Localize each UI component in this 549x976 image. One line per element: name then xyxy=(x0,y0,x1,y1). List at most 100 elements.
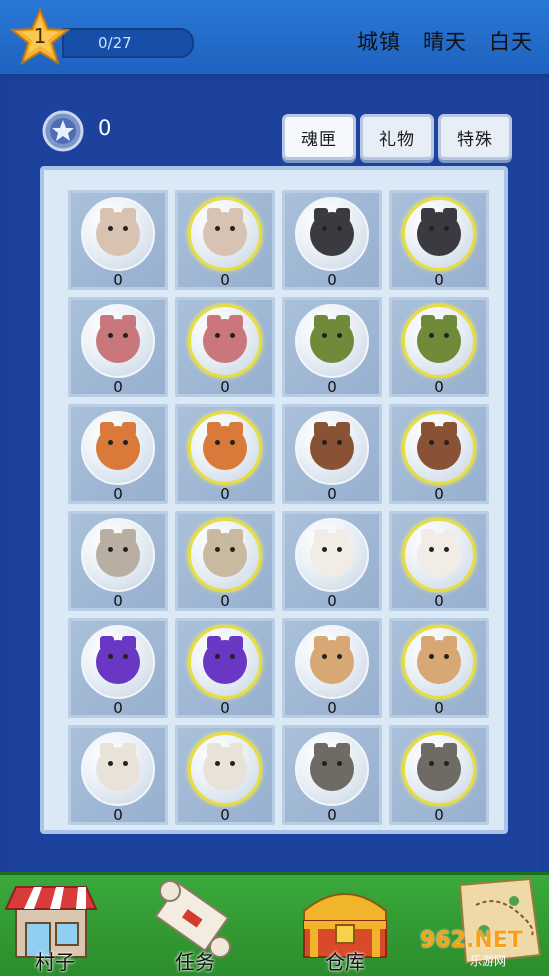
nav-village[interactable]: 村子 xyxy=(0,875,110,976)
animal-count: 0 xyxy=(434,699,444,717)
goat-brown-icon xyxy=(310,422,354,470)
animal-count: 0 xyxy=(327,485,337,503)
animal-count: 0 xyxy=(113,378,123,396)
animal-slot[interactable]: 0 xyxy=(175,725,275,825)
tab-soul-box[interactable]: 魂匣 xyxy=(282,114,356,160)
animal-slot[interactable]: 0 xyxy=(282,190,382,290)
animal-slot[interactable]: 0 xyxy=(282,404,382,504)
animal-count: 0 xyxy=(220,485,230,503)
animal-count: 0 xyxy=(113,699,123,717)
animal-slot[interactable]: 0 xyxy=(175,404,275,504)
location-label: 城镇 xyxy=(357,30,401,54)
animal-count: 0 xyxy=(434,378,444,396)
animal-slot[interactable]: 0 xyxy=(389,832,489,834)
category-tabs: 魂匣 礼物 特殊 xyxy=(282,114,512,160)
animal-count: 0 xyxy=(220,699,230,717)
gold-bubble xyxy=(402,518,476,592)
bubble xyxy=(295,518,369,592)
tab-special[interactable]: 特殊 xyxy=(438,114,512,160)
puppy-icon xyxy=(310,636,354,684)
animal-slot[interactable]: 0 xyxy=(68,190,168,290)
animal-slot[interactable]: 0 xyxy=(282,618,382,718)
top-bar: 1 0/27 城镇 晴天 白天 xyxy=(0,0,549,78)
gold-bubble xyxy=(188,304,262,378)
gold-bubble xyxy=(188,518,262,592)
animal-slot[interactable]: 0 xyxy=(68,511,168,611)
pig-icon xyxy=(203,315,247,363)
animal-slot[interactable]: 0 xyxy=(68,832,168,834)
animal-count: 0 xyxy=(327,378,337,396)
bottom-nav: 村子 任务 仓库 xyxy=(0,872,549,976)
animal-count: 0 xyxy=(113,485,123,503)
gold-bubble xyxy=(188,411,262,485)
cat-dark-icon xyxy=(310,208,354,256)
animal-slot[interactable]: 0 xyxy=(175,190,275,290)
gold-bubble xyxy=(402,197,476,271)
gold-bubble xyxy=(402,304,476,378)
cow-icon xyxy=(96,743,140,791)
animal-slot[interactable]: 0 xyxy=(68,297,168,397)
gold-bubble xyxy=(402,411,476,485)
cat-dark-icon xyxy=(417,208,461,256)
animal-slot[interactable]: 0 xyxy=(389,404,489,504)
animal-count: 0 xyxy=(327,806,337,824)
animal-slot[interactable]: 0 xyxy=(68,404,168,504)
animal-grid[interactable]: 0 0 0 0 0 0 0 0 0 0 0 0 0 0 0 0 0 0 0 0 0 0 0 0 0 0 0 0 xyxy=(40,166,508,834)
bubble xyxy=(81,411,155,485)
gold-bubble xyxy=(402,625,476,699)
bubble xyxy=(295,411,369,485)
gold-bubble xyxy=(188,625,262,699)
cow-icon xyxy=(203,743,247,791)
animal-slot[interactable]: 0 xyxy=(389,511,489,611)
rabbit-icon xyxy=(203,529,247,577)
animal-slot[interactable]: 0 xyxy=(68,618,168,718)
nav-tasks-label: 任务 xyxy=(175,950,215,974)
spider-icon xyxy=(96,636,140,684)
cat-light-icon xyxy=(96,208,140,256)
nav-tasks[interactable]: 任务 xyxy=(140,875,250,976)
bubble xyxy=(81,518,155,592)
animal-count: 0 xyxy=(327,271,337,289)
animal-slot[interactable]: 0 xyxy=(389,190,489,290)
bubble xyxy=(295,625,369,699)
animal-slot[interactable]: 0 xyxy=(68,725,168,825)
animal-slot[interactable]: 0 xyxy=(389,297,489,397)
squirrel-icon xyxy=(203,422,247,470)
spider-icon xyxy=(203,636,247,684)
animal-count: 0 xyxy=(327,699,337,717)
animal-slot[interactable]: 0 xyxy=(175,618,275,718)
bubble xyxy=(295,197,369,271)
bubble xyxy=(81,197,155,271)
gold-bubble xyxy=(188,732,262,806)
chicken-icon xyxy=(417,529,461,577)
animal-slot[interactable]: 0 xyxy=(282,511,382,611)
goat-green-icon xyxy=(417,315,461,363)
nav-storage[interactable]: 仓库 xyxy=(290,875,400,976)
goat-brown-icon xyxy=(417,422,461,470)
goat-green-icon xyxy=(310,315,354,363)
hedgehog-icon xyxy=(310,743,354,791)
weather-label: 晴天 xyxy=(423,30,467,54)
hedgehog-icon xyxy=(417,743,461,791)
pig-icon xyxy=(96,315,140,363)
bubble xyxy=(81,732,155,806)
nav-storage-label: 仓库 xyxy=(325,950,365,974)
animal-slot[interactable]: 0 xyxy=(282,832,382,834)
animal-slot[interactable]: 0 xyxy=(389,725,489,825)
bubble xyxy=(81,304,155,378)
animal-count: 0 xyxy=(220,378,230,396)
animal-slot[interactable]: 0 xyxy=(175,832,275,834)
gold-bubble xyxy=(188,197,262,271)
animal-slot[interactable]: 0 xyxy=(389,618,489,718)
animal-slot[interactable]: 0 xyxy=(175,297,275,397)
tab-gifts[interactable]: 礼物 xyxy=(360,114,434,160)
animal-count: 0 xyxy=(113,271,123,289)
rabbit-icon xyxy=(96,529,140,577)
gold-bubble xyxy=(402,732,476,806)
watermark-brand: 962.NET xyxy=(420,928,523,953)
animal-count: 0 xyxy=(434,485,444,503)
animal-slot[interactable]: 0 xyxy=(282,297,382,397)
animal-slot[interactable]: 0 xyxy=(282,725,382,825)
animal-slot[interactable]: 0 xyxy=(175,511,275,611)
bubble xyxy=(295,732,369,806)
